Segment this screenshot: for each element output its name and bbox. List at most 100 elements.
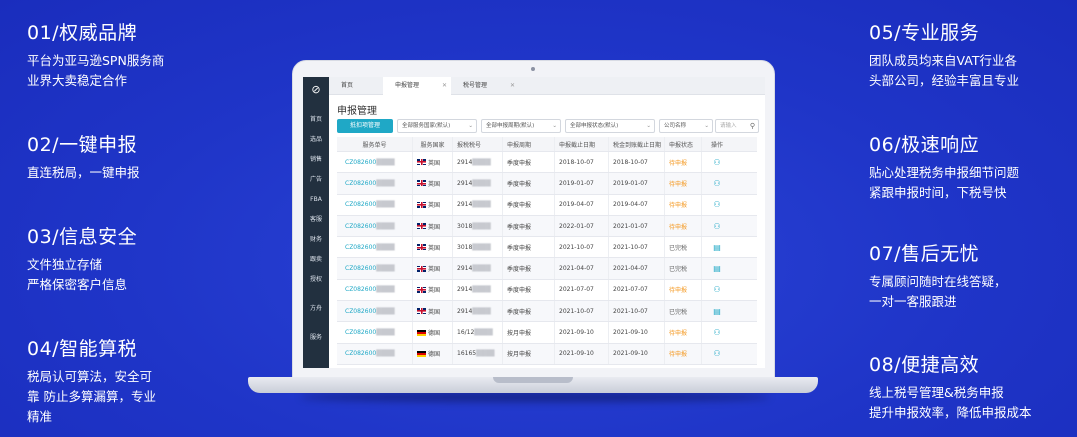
feature-title: 06/极速响应 (869, 134, 980, 156)
operation-cell[interactable]: ⚇ (702, 344, 732, 364)
sidebar-item-customer-service[interactable]: 客服 (303, 210, 329, 230)
status-badge: 已完税 (665, 258, 702, 279)
user-icon[interactable]: ⚇ (713, 328, 720, 337)
sidebar-item-service[interactable]: 服务 (303, 328, 329, 348)
tax-number-cell: 16/12 ████ (453, 322, 503, 343)
feature-desc-line: 一对一客服跟进 (869, 294, 957, 309)
masked-text: ████ (472, 222, 491, 230)
operation-cell[interactable]: ⚇ (702, 152, 732, 172)
country-label: 英国 (428, 308, 441, 316)
tab-home[interactable]: 首页 (329, 77, 383, 95)
operation-cell[interactable]: ⚇ (702, 322, 732, 342)
service-id-cell[interactable]: CZ082600 ████ (337, 322, 413, 343)
service-id-link[interactable]: CZ082600 (345, 308, 376, 315)
table-row: CZ082600 ████ 英国 3018 ████ 季度申报 2021-10-07 2021… (337, 237, 757, 259)
deadline-cell: 2021-09-10 (555, 343, 609, 364)
service-id-link[interactable]: CZ082600 (345, 286, 376, 293)
operation-cell[interactable]: ⚇ (702, 195, 732, 215)
period-filter-select[interactable]: 全部申报周期(默认) ⌄ (481, 119, 561, 133)
country-cell: 英国 (413, 237, 453, 258)
sidebar-item-home[interactable]: 首页 (303, 110, 329, 130)
service-id-link[interactable]: CZ082600 (345, 350, 376, 357)
service-id-cell[interactable]: CZ082600 ████ (337, 173, 413, 194)
service-id-cell[interactable]: CZ082600 ████ (337, 194, 413, 215)
service-id-cell[interactable]: CZ082600 ████ (337, 258, 413, 279)
tax-number-cell: 16165 ████ (453, 343, 503, 364)
sidebar-item-ads[interactable]: 广告 (303, 170, 329, 190)
app-logo-icon[interactable]: ⊘ (303, 77, 329, 101)
service-id-cell[interactable]: CZ082600 ████ (337, 237, 413, 258)
operation-cell[interactable]: ▤ (702, 258, 732, 278)
feature-title: 08/便捷高效 (869, 354, 980, 376)
status-badge: 待申报 (665, 173, 702, 194)
country-label: 英国 (428, 159, 441, 167)
sidebar-item-fba[interactable]: FBA (303, 190, 329, 210)
tax-number-cell: 2914 ████ (453, 301, 503, 322)
doc-icon[interactable]: ▤ (713, 264, 721, 273)
service-id-link[interactable]: CZ082600 (345, 265, 376, 272)
masked-text: ████ (472, 179, 491, 187)
deduction-management-button[interactable]: 抵扣项管理 (337, 119, 393, 133)
service-id-cell[interactable]: CZ082600 ████ (337, 343, 413, 364)
doc-icon[interactable]: ▤ (713, 307, 721, 316)
operation-cell[interactable]: ▤ (702, 301, 732, 321)
country-cell: 英国 (413, 173, 453, 194)
search-input[interactable]: 请输入 ⚲ (715, 119, 759, 133)
user-icon[interactable]: ⚇ (713, 158, 720, 167)
chevron-down-icon: ⌄ (468, 123, 473, 129)
sidebar-item-authorize[interactable]: 授权 (303, 270, 329, 290)
masked-text: ████ (376, 350, 395, 358)
feature-desc-line: 税局认可算法，安全可 (27, 369, 153, 384)
service-id-link[interactable]: CZ082600 (345, 223, 376, 230)
user-icon[interactable]: ⚇ (713, 285, 720, 294)
feature-desc-line: 线上税号管理&税务申报 (869, 385, 1004, 400)
search-icon[interactable]: ⚲ (750, 120, 755, 132)
tab-declaration[interactable]: 申报管理 ✕ (383, 77, 451, 95)
pay-deadline-cell: 2021-10-07 (609, 237, 665, 258)
operation-cell[interactable]: ▤ (702, 237, 732, 257)
sidebar-item-sales[interactable]: 销售 (303, 150, 329, 170)
service-id-cell[interactable]: CZ082600 ████ (337, 279, 413, 301)
operation-cell[interactable]: ⚇ (702, 216, 732, 236)
feature-one-click: 02/一键申报 直连税局，一键申报 (27, 130, 140, 183)
deadline-cell: 2019-01-07 (555, 173, 609, 194)
user-icon[interactable]: ⚇ (713, 222, 720, 231)
country-label: 德国 (428, 351, 441, 359)
pay-deadline-cell: 2019-01-07 (609, 173, 665, 194)
close-icon[interactable]: ✕ (442, 77, 447, 95)
select-value: 公司名称 (664, 123, 687, 129)
status-filter-select[interactable]: 全部申报状态(默认) ⌄ (565, 119, 655, 133)
search-placeholder: 请输入 (720, 123, 737, 129)
table-row: CZ082600 ████ 英国 2914 ████ 季度申报 2021-04-07 2021… (337, 258, 757, 280)
service-id-link[interactable]: CZ082600 (345, 180, 376, 187)
service-id-link[interactable]: CZ082600 (345, 201, 376, 208)
flag-icon (417, 350, 426, 357)
feature-desc-line: 贴心处理税务申报细节问题 (869, 165, 1020, 180)
company-name-select[interactable]: 公司名称 ⌄ (659, 119, 713, 133)
service-id-link[interactable]: CZ082600 (345, 244, 376, 251)
tax-number-cell: 3018 ████ (453, 215, 503, 237)
close-icon[interactable]: ✕ (510, 77, 515, 95)
user-icon[interactable]: ⚇ (713, 349, 720, 358)
sidebar-item-follow-sell[interactable]: 跟卖 (303, 250, 329, 270)
country-filter-select[interactable]: 全部服务国家(默认) ⌄ (397, 119, 477, 133)
sidebar-item-selection[interactable]: 选品 (303, 130, 329, 150)
service-id-cell[interactable]: CZ082600 ████ (337, 301, 413, 322)
tab-tax-number[interactable]: 税号管理 ✕ (451, 77, 519, 95)
user-icon[interactable]: ⚇ (713, 200, 720, 209)
flag-icon (417, 201, 426, 208)
operation-cell[interactable]: ⚇ (702, 280, 732, 300)
operation-cell[interactable]: ⚇ (702, 173, 732, 193)
service-id-cell[interactable]: CZ082600 ████ (337, 215, 413, 237)
service-id-cell[interactable]: CZ082600 ████ (337, 152, 413, 173)
deadline-cell: 2018-10-07 (555, 152, 609, 173)
service-id-link[interactable]: CZ082600 (345, 329, 376, 336)
user-icon[interactable]: ⚇ (713, 179, 720, 188)
sidebar-item-ark[interactable]: 方舟 (303, 299, 329, 319)
doc-icon[interactable]: ▤ (713, 243, 721, 252)
tax-number: 16/12 (457, 329, 475, 337)
service-id-link[interactable]: CZ082600 (345, 159, 376, 166)
feature-smart-tax: 04/智能算税 税局认可算法，安全可 靠 防止多算漏算，专业 精准 (27, 334, 156, 427)
sidebar-item-finance[interactable]: 财务 (303, 230, 329, 250)
feature-desc-line: 靠 防止多算漏算，专业 (27, 389, 156, 404)
